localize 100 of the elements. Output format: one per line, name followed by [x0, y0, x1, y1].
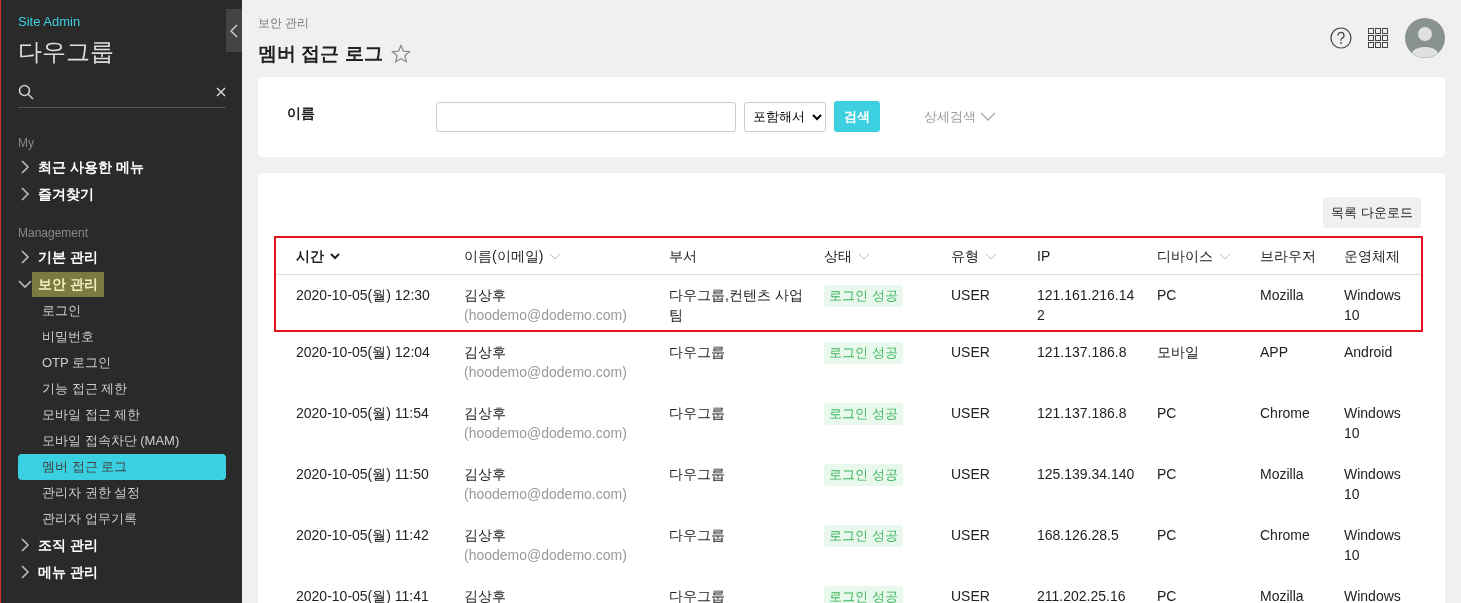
department-cell-text: 다우그룹	[669, 404, 726, 423]
chevron-right-icon[interactable]	[18, 187, 32, 201]
menu-group[interactable]: 기본 관리	[32, 244, 104, 270]
section-label: Management	[18, 224, 90, 240]
menu-group[interactable]: 즐겨찾기	[32, 181, 100, 207]
department-cell-text: 다우그룹	[669, 343, 726, 362]
member-name: 김상후	[464, 343, 507, 362]
help-icon[interactable]	[1330, 27, 1352, 50]
type-cell-text: USER	[951, 286, 991, 305]
ip-cell-text: 211.202.25.16	[1037, 587, 1127, 603]
member-email: (hoodemo@dodemo.com)	[464, 306, 628, 325]
status-badge: 로그인 성공	[824, 464, 903, 486]
status-badge: 로그인 성공	[824, 285, 903, 307]
browser-cell-text: Mozilla	[1260, 587, 1305, 603]
column-header: IP	[1037, 246, 1052, 266]
time-cell-text: 2020-10-05(월) 11:41	[296, 587, 430, 603]
match-select[interactable]: 포함해서	[744, 101, 826, 132]
status-badge: 로그인 성공	[824, 403, 903, 425]
field-label: 이름	[287, 104, 316, 123]
star-icon[interactable]	[390, 44, 411, 65]
ip-cell-text: 168.126.28.5	[1037, 526, 1120, 545]
member-name: 김상후	[464, 286, 507, 305]
menu-item[interactable]: 비밀번호	[18, 323, 226, 350]
column-header[interactable]: 상태	[824, 245, 852, 267]
menu-group[interactable]: 보안 관리	[32, 271, 104, 297]
os-cell-text: Windows 10	[1344, 465, 1402, 504]
member-name: 김상후	[464, 404, 507, 423]
apps-grid-icon[interactable]	[1368, 27, 1389, 49]
browser-cell-text: Mozilla	[1260, 286, 1305, 305]
menu-item[interactable]: 기능 접근 제한	[18, 375, 226, 402]
clear-icon[interactable]	[216, 87, 226, 97]
status-badge: 로그인 성공	[824, 525, 903, 547]
chevron-right-icon[interactable]	[18, 160, 32, 174]
device-cell-text: PC	[1157, 587, 1178, 603]
ip-cell-text: 121.137.186.8	[1037, 343, 1128, 362]
browser-cell-text: Mozilla	[1260, 465, 1305, 484]
column-header: 운영체제	[1344, 246, 1401, 266]
os-cell-text: Windows 10	[1344, 286, 1402, 325]
type-cell-text: USER	[951, 343, 991, 362]
menu-group[interactable]: 최근 사용한 메뉴	[32, 154, 150, 180]
name-input-field[interactable]	[436, 101, 736, 132]
sort-down-icon[interactable]	[330, 252, 340, 260]
chevron-right-icon[interactable]	[18, 250, 32, 264]
ip-cell-text: 121.137.186.8	[1037, 404, 1128, 423]
page-title: 멤버 접근 로그	[258, 42, 383, 66]
device-cell-text: PC	[1157, 465, 1178, 484]
column-header[interactable]: 시간	[296, 245, 324, 267]
avatar-icon[interactable]	[1405, 18, 1445, 59]
chevron-down-icon	[980, 111, 996, 122]
ip-cell-text: 121.161.216.142	[1037, 286, 1136, 325]
department-cell-text: 다우그룹,컨텐츠 사업팀	[669, 286, 804, 325]
device-cell-text: PC	[1157, 404, 1178, 423]
section-label: My	[18, 134, 35, 150]
menu-item[interactable]: OTP 로그인	[18, 349, 226, 376]
time-cell-text: 2020-10-05(월) 11:50	[296, 465, 430, 484]
menu-group[interactable]: 메뉴 관리	[32, 559, 104, 585]
chevron-right-icon[interactable]	[18, 565, 32, 579]
device-cell-text: 모바일	[1157, 343, 1200, 362]
menu-item[interactable]: 관리자 권한 설정	[18, 479, 226, 506]
column-header[interactable]: 디바이스	[1157, 245, 1213, 267]
os-cell-text: Windows 10	[1344, 404, 1402, 443]
menu-item[interactable]: 멤버 접근 로그	[18, 453, 226, 480]
member-name: 김상후	[464, 465, 507, 484]
department-cell-text: 다우그룹	[669, 465, 726, 484]
download-button[interactable]: 목록 다운로드	[1323, 196, 1421, 228]
device-cell-text: PC	[1157, 286, 1178, 305]
menu-item[interactable]: 관리자 업무기록	[18, 505, 226, 532]
os-cell-text: Windows 10	[1344, 526, 1402, 565]
member-name: 김상후	[464, 587, 507, 603]
time-cell-text: 2020-10-05(월) 12:30	[296, 286, 431, 305]
menu-item[interactable]: 로그인	[18, 297, 226, 324]
browser-cell-text: Chrome	[1260, 526, 1311, 545]
browser-cell-text: Chrome	[1260, 404, 1311, 423]
type-cell-text: USER	[951, 587, 991, 603]
menu-item[interactable]: 모바일 접근 제한	[18, 401, 226, 428]
os-cell-text: Android	[1344, 343, 1394, 362]
breadcrumb: 보안 관리	[258, 15, 311, 32]
department-cell-text: 다우그룹	[669, 526, 726, 545]
column-header[interactable]: 유형	[951, 245, 979, 267]
search-icon	[18, 84, 34, 100]
column-header[interactable]: 이름(이메일)	[464, 245, 544, 267]
browser-cell-text: APP	[1260, 343, 1289, 362]
member-email: (hoodemo@dodemo.com)	[464, 363, 628, 382]
type-cell-text: USER	[951, 526, 991, 545]
collapse-handle[interactable]	[226, 9, 242, 52]
time-cell-text: 2020-10-05(월) 11:54	[296, 404, 430, 423]
chevron-left-icon	[230, 23, 238, 38]
menu-item[interactable]: 모바일 접속차단 (MAM)	[18, 427, 226, 454]
chevron-right-icon[interactable]	[18, 538, 32, 552]
time-cell-text: 2020-10-05(월) 12:04	[296, 343, 431, 362]
device-cell-text: PC	[1157, 526, 1178, 545]
chevron-down-icon[interactable]	[18, 277, 32, 291]
status-badge: 로그인 성공	[824, 586, 903, 603]
type-cell-text: USER	[951, 404, 991, 423]
column-header: 브라우저	[1260, 246, 1317, 266]
member-email: (hoodemo@dodemo.com)	[464, 485, 628, 504]
type-cell-text: USER	[951, 465, 991, 484]
member-email: (hoodemo@dodemo.com)	[464, 546, 628, 565]
ip-cell-text: 125.139.34.140	[1037, 465, 1136, 484]
menu-group[interactable]: 조직 관리	[32, 532, 104, 558]
